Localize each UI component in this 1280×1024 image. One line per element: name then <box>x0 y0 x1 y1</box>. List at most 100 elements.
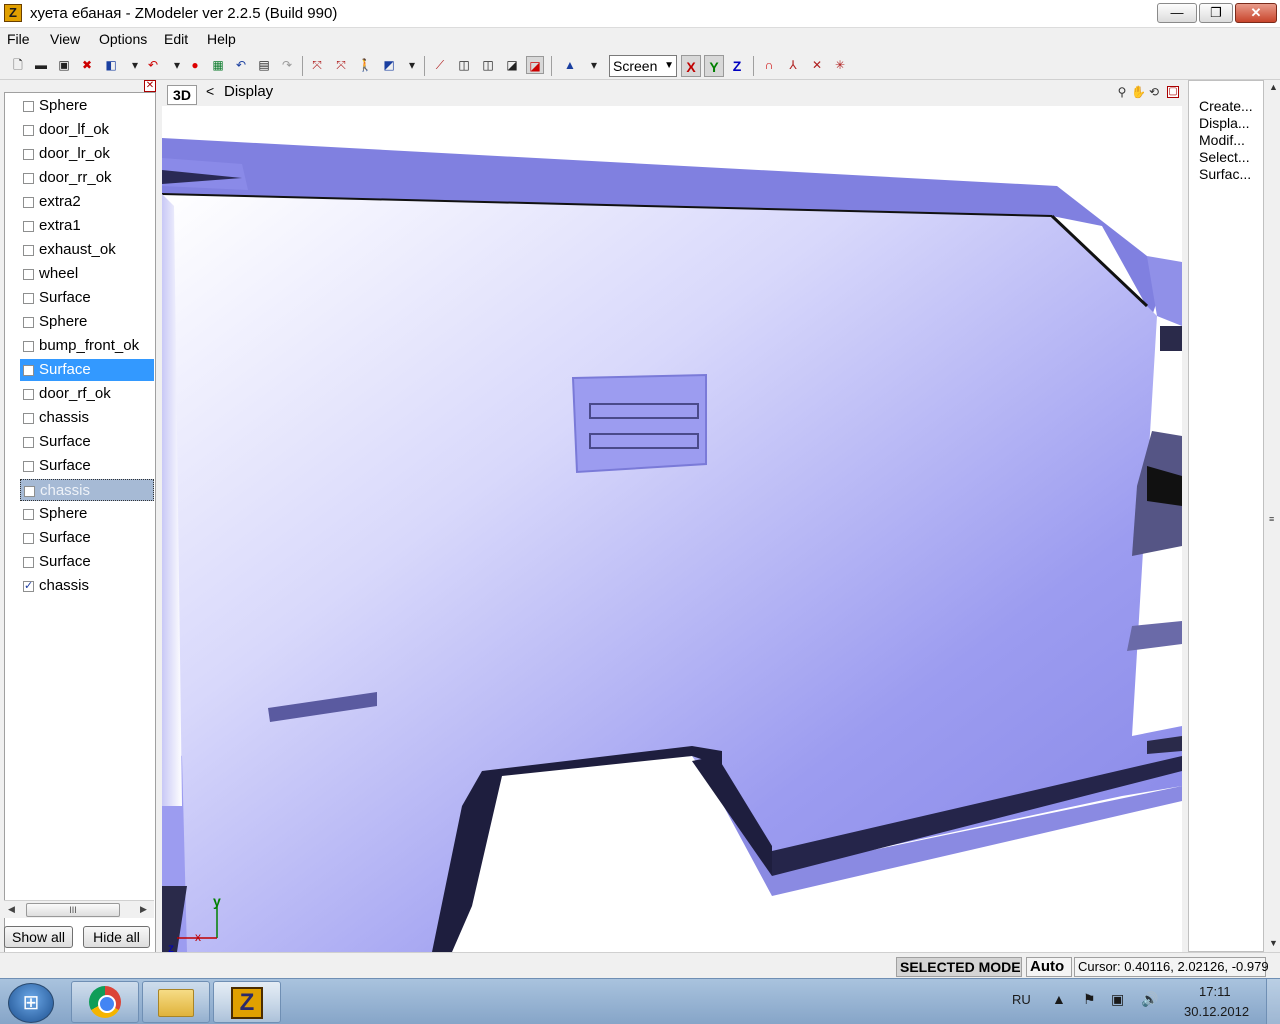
command-panel-item[interactable]: Displa... <box>1199 115 1263 131</box>
network-icon[interactable]: ▣ <box>1111 991 1124 1008</box>
start-button[interactable]: ⊞ <box>8 983 54 1023</box>
axes-red-icon[interactable]: ✳ <box>831 56 849 74</box>
box-icon[interactable]: ◫ <box>455 56 473 74</box>
visibility-checkbox[interactable] <box>24 486 35 497</box>
export-dropdown-icon[interactable]: ▾ <box>168 56 186 74</box>
open-folder-icon[interactable]: ▬ <box>32 56 50 74</box>
visibility-checkbox[interactable] <box>23 389 34 400</box>
vertical-scrollbar[interactable]: ▲ ≡ ▼ <box>1266 80 1280 952</box>
save-icon[interactable]: ▣ <box>55 56 73 74</box>
notes-icon[interactable]: ▤ <box>255 56 273 74</box>
object-list-item[interactable]: exhaust_ok <box>20 239 154 261</box>
triangle-dropdown-icon[interactable]: ▾ <box>585 56 603 74</box>
menu-edit[interactable]: Edit <box>164 31 188 47</box>
view-space-select[interactable]: Screen ▼ <box>609 55 677 77</box>
horizontal-scrollbar[interactable]: ◀ III ▶ <box>4 900 154 918</box>
object-list-item[interactable]: door_rr_ok <box>20 167 154 189</box>
render-icon[interactable]: ● <box>186 56 204 74</box>
object-list-item[interactable]: ✓ chassis <box>20 575 154 597</box>
minimize-button[interactable]: — <box>1157 3 1197 23</box>
visibility-checkbox[interactable] <box>23 533 34 544</box>
visibility-checkbox[interactable] <box>23 461 34 472</box>
axis-y-toggle[interactable]: Y <box>704 55 724 77</box>
pan-hand-icon[interactable]: ✋ <box>1131 84 1146 100</box>
object-list-item[interactable]: door_lf_ok <box>20 119 154 141</box>
undo-icon[interactable]: ↶ <box>232 56 250 74</box>
volume-icon[interactable]: 🔊 <box>1141 991 1158 1008</box>
visibility-checkbox[interactable] <box>23 413 34 424</box>
redo-icon[interactable]: ↷ <box>278 56 296 74</box>
zmodeler-app-icon[interactable]: Z <box>4 4 22 22</box>
axis-z-toggle[interactable]: Z <box>727 55 747 77</box>
taskbar-chrome[interactable] <box>71 981 139 1023</box>
visibility-checkbox[interactable] <box>23 269 34 280</box>
visibility-checkbox[interactable] <box>23 341 34 352</box>
close-button[interactable]: ✕ <box>1235 3 1277 23</box>
box-open-icon[interactable]: ◫ <box>479 56 497 74</box>
show-desktop-button[interactable] <box>1266 979 1280 1024</box>
hide-all-button[interactable]: Hide all <box>83 926 150 948</box>
object-list-item[interactable]: Surface <box>20 455 154 477</box>
object-list-item[interactable]: extra1 <box>20 215 154 237</box>
box-red-icon[interactable]: ◪ <box>526 56 544 74</box>
rotate-icon[interactable]: ⟲ <box>1147 84 1161 100</box>
visibility-checkbox[interactable] <box>23 509 34 520</box>
scroll-grip-icon[interactable]: ≡ <box>1269 514 1274 524</box>
panel-close-icon[interactable]: ✕ <box>144 80 156 92</box>
delete-icon[interactable]: ✖ <box>78 56 96 74</box>
visibility-checkbox[interactable] <box>23 293 34 304</box>
clock-date[interactable]: 30.12.2012 <box>1184 1004 1249 1019</box>
action-center-flag-icon[interactable]: ⚑ <box>1083 991 1096 1008</box>
visibility-checkbox[interactable] <box>23 437 34 448</box>
visibility-checkbox[interactable]: ✓ <box>23 581 34 592</box>
viewport-maximize-icon[interactable]: ▢ <box>1167 86 1179 98</box>
box-side-icon[interactable]: ◪ <box>503 56 521 74</box>
visibility-checkbox[interactable] <box>23 125 34 136</box>
texture-icon[interactable]: ▦ <box>209 56 227 74</box>
taskbar-zmodeler[interactable]: Z <box>213 981 281 1023</box>
menu-options[interactable]: Options <box>99 31 147 47</box>
command-panel-item[interactable]: Select... <box>1199 149 1263 165</box>
object-list[interactable]: Sphere door_lf_ok door_lr_ok door_rr_ok extr… <box>4 92 156 980</box>
import-icon[interactable]: ◧ <box>102 56 120 74</box>
object-props-icon[interactable]: ◩ <box>380 56 398 74</box>
back-arrow-icon[interactable]: < <box>206 83 214 99</box>
visibility-checkbox[interactable] <box>23 245 34 256</box>
scroll-right-icon[interactable]: ▶ <box>140 904 147 915</box>
object-list-item[interactable]: Surface <box>20 527 154 549</box>
scroll-down-icon[interactable]: ▼ <box>1269 938 1278 948</box>
scroll-thumb[interactable]: III <box>26 903 120 917</box>
object-list-item[interactable]: bump_front_ok <box>20 335 154 357</box>
visibility-checkbox[interactable] <box>23 101 34 112</box>
visibility-checkbox[interactable] <box>23 149 34 160</box>
axes-icon[interactable]: ⅄ <box>784 56 802 74</box>
axis-x-toggle[interactable]: X <box>681 55 701 77</box>
props-dropdown-icon[interactable]: ▾ <box>403 56 421 74</box>
scroll-left-icon[interactable]: ◀ <box>8 904 15 915</box>
object-list-item[interactable]: chassis <box>20 479 154 501</box>
visibility-checkbox[interactable] <box>23 173 34 184</box>
zoom-icon[interactable]: ⚲ <box>1115 84 1129 100</box>
object-list-item[interactable]: door_lr_ok <box>20 143 154 165</box>
maximize-button[interactable]: ❐ <box>1199 3 1233 23</box>
object-list-item[interactable]: Surface <box>20 359 154 381</box>
show-all-button[interactable]: Show all <box>4 926 73 948</box>
object-list-item[interactable]: Sphere <box>20 95 154 117</box>
export-icon[interactable]: ↶ <box>144 56 162 74</box>
object-list-item[interactable]: Surface <box>20 287 154 309</box>
view-mode-button[interactable]: 3D <box>167 85 197 105</box>
new-file-icon[interactable]: 🗋 <box>9 56 27 74</box>
walk-icon[interactable]: 🚶 <box>356 56 374 74</box>
command-panel-item[interactable]: Surfac... <box>1199 166 1263 182</box>
3d-viewport[interactable]: y x z <box>162 106 1182 952</box>
command-panel-item[interactable]: Modif... <box>1199 132 1263 148</box>
select-vertex-icon[interactable]: ⤧ <box>308 56 326 74</box>
visibility-checkbox[interactable] <box>23 557 34 568</box>
triangle-icon[interactable]: ▲ <box>561 56 579 74</box>
object-list-item[interactable]: wheel <box>20 263 154 285</box>
object-list-item[interactable]: extra2 <box>20 191 154 213</box>
select-object-icon[interactable]: ⤧ <box>332 56 350 74</box>
visibility-checkbox[interactable] <box>23 197 34 208</box>
import-dropdown-icon[interactable]: ▾ <box>126 56 144 74</box>
menu-view[interactable]: View <box>50 31 80 47</box>
